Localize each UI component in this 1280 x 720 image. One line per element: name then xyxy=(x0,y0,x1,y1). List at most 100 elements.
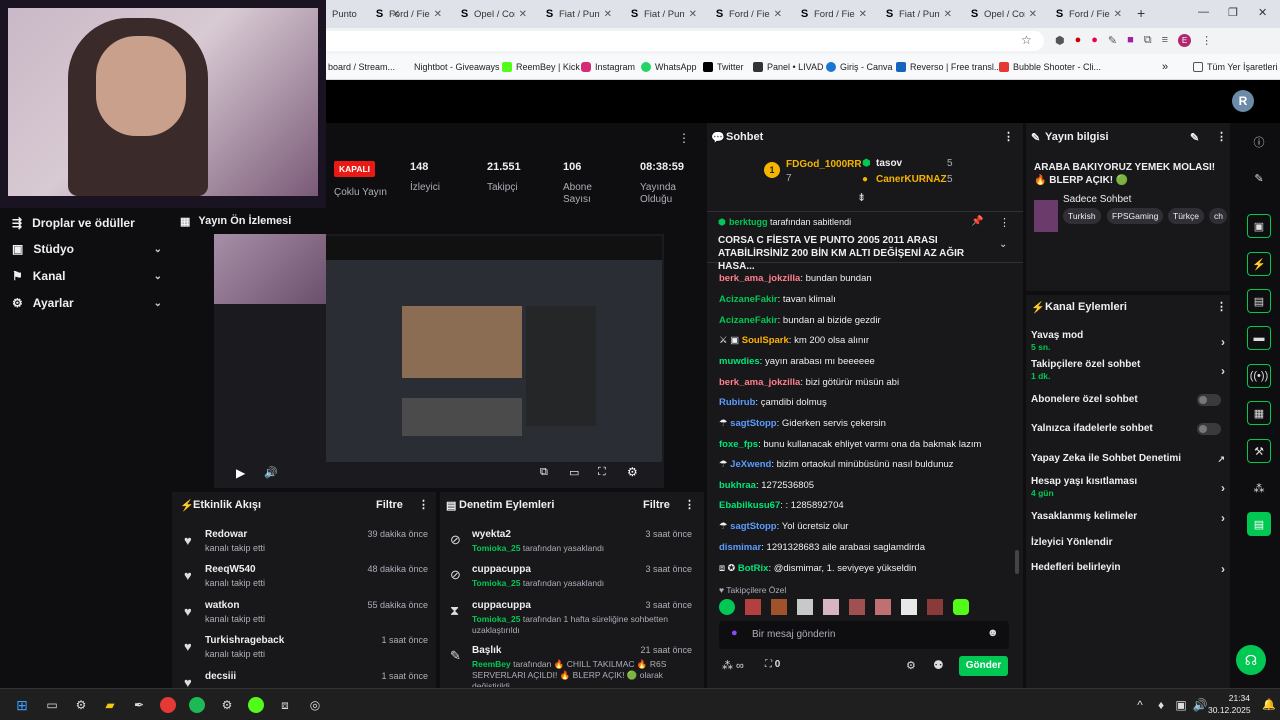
sidebar-item-drops[interactable]: ⇶ Droplar ve ödüller xyxy=(12,216,162,230)
extension-icon[interactable]: ■ xyxy=(1127,34,1134,47)
microphone-icon[interactable]: ♦ xyxy=(1153,697,1169,713)
bookmark[interactable]: Reverso | Free transl... xyxy=(896,59,1001,75)
screen-icon[interactable]: ▦ xyxy=(1247,401,1271,425)
moderation-filter-button[interactable]: Filtre xyxy=(643,499,670,511)
activity-filter-button[interactable]: Filtre xyxy=(376,499,403,511)
action-emote-only[interactable]: Yalnızca ifadelerle sohbet xyxy=(1031,423,1227,437)
infinity-icon[interactable]: ⁂ ∞ xyxy=(722,659,744,672)
emote[interactable] xyxy=(745,599,761,615)
pencil-icon[interactable]: ✎ xyxy=(1190,131,1199,144)
action-raid[interactable]: İzleyici Yönlendir xyxy=(1031,537,1227,551)
action-slow-mode[interactable]: Yavaş mod 5 sn. › xyxy=(1031,330,1227,354)
wrench-icon[interactable]: ⚒ xyxy=(1247,439,1271,463)
support-icon[interactable]: ☊ xyxy=(1236,645,1266,675)
action-followers-only[interactable]: Takipçilere özel sohbet 1 dk. › xyxy=(1031,359,1227,383)
media-icon[interactable]: ≡ xyxy=(1162,34,1168,47)
browser-tab[interactable]: SFord / Fiesta✕ xyxy=(368,4,448,24)
action-goals[interactable]: Hedefleri belirleyin › xyxy=(1031,562,1227,576)
theater-icon[interactable]: ▭ xyxy=(569,466,579,479)
extension-icon[interactable]: ● xyxy=(1075,34,1082,47)
emote[interactable] xyxy=(771,599,787,615)
network-icon[interactable]: ▣ xyxy=(1173,697,1189,713)
all-bookmarks[interactable]: Tüm Yer İşaretleri xyxy=(1193,59,1278,75)
task-view-icon[interactable]: ▭ xyxy=(44,697,60,713)
bookmark[interactable]: Bubble Shooter - Cli... xyxy=(999,59,1101,75)
close-tab-icon[interactable]: ✕ xyxy=(859,9,867,20)
emote[interactable] xyxy=(823,599,839,615)
action-account-age[interactable]: Hesap yaşı kısıtlaması 4 gün › xyxy=(1031,476,1227,500)
browser-tab[interactable]: SFiat / Punto✕ xyxy=(623,4,703,24)
stream-preview-video[interactable]: ▶ 🔊 ⧉ ▭ ⛶ ⚙ xyxy=(214,234,664,488)
chevron-down-icon[interactable]: ⌄ xyxy=(999,239,1007,250)
more-options-icon[interactable]: ⋮ xyxy=(1216,300,1227,313)
bookmark[interactable]: Twitter xyxy=(703,59,744,75)
more-bookmarks-icon[interactable]: » xyxy=(1162,59,1168,75)
kick-icon[interactable] xyxy=(248,697,264,713)
bookmark[interactable]: WhatsApp xyxy=(641,59,697,75)
maximize-icon[interactable]: ❐ xyxy=(1228,6,1238,19)
sidebar-item-settings[interactable]: ⚙ Ayarlar ⌄ xyxy=(12,296,162,310)
pencil-icon[interactable]: ✎ xyxy=(1247,166,1271,190)
action-ai-moderation[interactable]: Yapay Zeka ile Sohbet Denetimi ↗ xyxy=(1031,453,1227,467)
emote[interactable] xyxy=(901,599,917,615)
menu-icon[interactable]: ⋮ xyxy=(1201,34,1212,47)
browser-tab[interactable]: SFiat / Punto✕ xyxy=(538,4,618,24)
browser-tab[interactable]: SFord / Fiesta✕ xyxy=(793,4,873,24)
gear-icon[interactable]: ⚙ xyxy=(906,659,916,672)
close-tab-icon[interactable]: ✕ xyxy=(689,9,697,20)
tag-chip[interactable]: Türkçe xyxy=(1168,208,1204,224)
more-options-icon[interactable]: ⋮ xyxy=(678,131,690,145)
folder-icon[interactable]: ▰ xyxy=(102,697,118,713)
spotify-icon[interactable] xyxy=(189,697,205,713)
tag-chip[interactable]: ch xyxy=(1209,208,1227,224)
action-banned-words[interactable]: Yasaklanmış kelimeler › xyxy=(1031,511,1227,525)
tag-chip[interactable]: Turkish xyxy=(1063,208,1101,224)
volume-icon[interactable]: 🔊 xyxy=(1192,697,1208,713)
fullscreen-icon[interactable]: ⛶ xyxy=(598,466,606,479)
pinned-message[interactable]: ⬢ berktugg tarafından sabitlendi 📌 ⋮ COR… xyxy=(707,211,1023,272)
close-tab-icon[interactable]: ✕ xyxy=(774,9,782,20)
emote[interactable] xyxy=(927,599,943,615)
pin-icon[interactable]: 📌 xyxy=(971,216,983,227)
chrome-icon[interactable] xyxy=(160,697,176,713)
collapse-icon[interactable]: ⇟ xyxy=(857,191,866,204)
close-tab-icon[interactable]: ✕ xyxy=(519,9,527,20)
info-icon[interactable]: ⓘ xyxy=(1247,130,1271,154)
new-tab-icon[interactable]: + xyxy=(1137,5,1145,21)
windows-start-icon[interactable]: ⊞ xyxy=(14,697,30,713)
emote-only-toggle[interactable] xyxy=(1197,423,1221,435)
extension-icon[interactable]: ⬢ xyxy=(1055,34,1065,47)
more-options-icon[interactable]: ⋮ xyxy=(684,498,695,511)
subscribers-only-toggle[interactable] xyxy=(1197,394,1221,406)
leaderboard-name[interactable]: CanerKURNAZ xyxy=(876,174,947,185)
leaderboard-name[interactable]: FDGod_1000RR xyxy=(786,159,862,170)
emote[interactable] xyxy=(953,599,969,615)
points-display[interactable]: ⛶ 0 xyxy=(765,659,780,670)
chat-input[interactable]: ● Bir mesaj gönderin ☻ xyxy=(719,621,1009,649)
app-icon[interactable]: ⧈ xyxy=(277,697,293,713)
tag-chip[interactable]: FPSGaming xyxy=(1107,208,1164,224)
minimize-icon[interactable]: — xyxy=(1198,6,1209,18)
pen-icon[interactable]: ✒ xyxy=(131,697,147,713)
steam-icon[interactable]: ⚙ xyxy=(219,697,235,713)
emote[interactable] xyxy=(849,599,865,615)
clock-time[interactable]: 21:34 xyxy=(1220,693,1250,703)
user-avatar[interactable]: R xyxy=(1232,90,1254,112)
emote[interactable] xyxy=(797,599,813,615)
browser-tab[interactable]: SFiat / Punto✕ xyxy=(878,4,958,24)
action-subscribers-only[interactable]: Abonelere özel sohbet xyxy=(1031,394,1227,408)
gear-icon[interactable]: ⚙ xyxy=(627,465,638,479)
close-tab-icon[interactable]: ✕ xyxy=(1029,9,1037,20)
sidebar-item-studio[interactable]: ▣ Stüdyo ⌄ xyxy=(12,242,162,256)
browser-tab[interactable]: SFord / Fiesta✕ xyxy=(1048,4,1128,24)
sidebar-item-channel[interactable]: ⚑ Kanal ⌄ xyxy=(12,269,162,283)
more-options-icon[interactable]: ⋮ xyxy=(1216,130,1227,143)
emote[interactable] xyxy=(719,599,735,615)
pip-icon[interactable]: ⧉ xyxy=(540,466,548,479)
extension-icon[interactable]: ● xyxy=(1091,34,1098,47)
bookmark[interactable]: Giriş - Canva xyxy=(826,59,893,75)
chat-scrollbar[interactable] xyxy=(1015,550,1019,574)
camera-icon[interactable]: ▣ xyxy=(1247,214,1271,238)
notes-icon[interactable]: ▤ xyxy=(1247,512,1271,536)
category-name[interactable]: Sadece Sohbet xyxy=(1063,194,1131,205)
